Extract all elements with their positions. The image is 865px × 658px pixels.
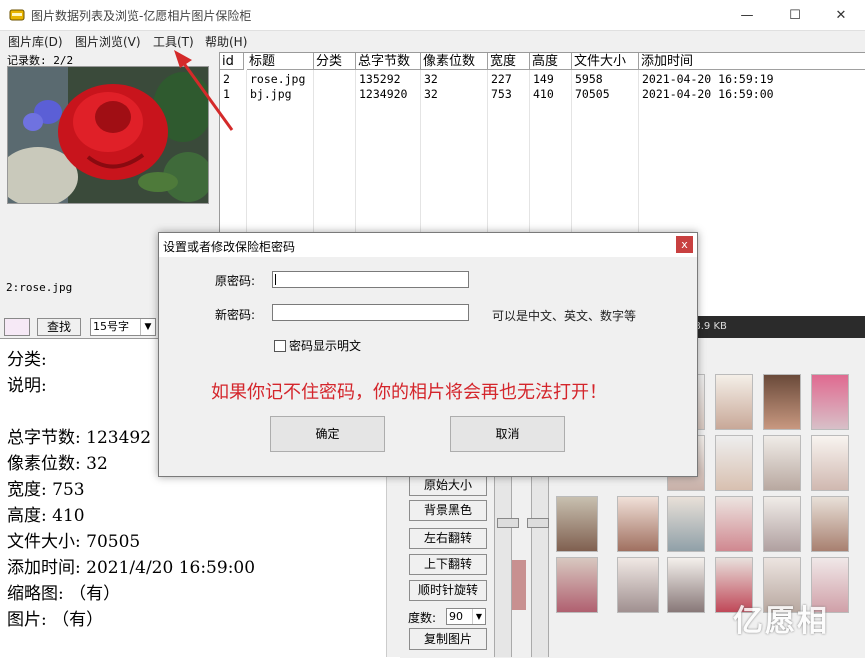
col-header-height[interactable]: 高度 (530, 53, 572, 70)
password-hint: 可以是中文、英文、数字等 (492, 307, 636, 324)
flip-horizontal-button[interactable]: 左右翻转 (409, 528, 487, 549)
photo-thumbnail[interactable] (763, 435, 801, 491)
photo-thumbnail[interactable] (811, 435, 849, 491)
find-button[interactable]: 查找 (37, 318, 81, 336)
thumbnail-filename: 2:rose.jpg (6, 281, 72, 294)
ok-button[interactable]: 确定 (270, 416, 385, 452)
degree-select[interactable]: 90 ▼ (446, 608, 486, 625)
photo-thumbnail[interactable] (763, 496, 801, 552)
cell-added-time: 2021-04-20 16:59:19 (639, 72, 774, 87)
menu-browse[interactable]: 图片浏览(V) (75, 33, 141, 50)
cell-width: 227 (488, 72, 512, 87)
cell-height: 410 (530, 87, 554, 102)
photo-thumbnail[interactable] (617, 557, 659, 613)
cell-pixel-bits: 32 (421, 87, 438, 102)
info-total-bytes: 总字节数: 123492 (7, 423, 151, 448)
info-category: 分类: (7, 345, 47, 370)
photo-fragment (512, 560, 526, 610)
col-header-title[interactable]: 标题 (247, 53, 314, 70)
watermark-logo: 亿愿相 (733, 596, 829, 640)
col-header-category[interactable]: 分类 (314, 53, 356, 70)
photo-thumbnail[interactable] (667, 496, 705, 552)
text-caret (275, 274, 276, 285)
info-height: 高度: 410 (7, 501, 85, 526)
info-file-size: 文件大小: 70505 (7, 527, 140, 552)
flip-vertical-button[interactable]: 上下翻转 (409, 554, 487, 575)
dialog-title-bar: 设置或者修改保险柜密码 x (159, 233, 697, 257)
window-title: 图片数据列表及浏览-亿愿相片图片保险柜 (31, 7, 251, 24)
show-plain-checkbox[interactable] (274, 340, 286, 352)
menu-bar: 图片库(D) 图片浏览(V) 工具(T) 帮助(H) (0, 31, 865, 51)
degree-label: 度数: (408, 609, 436, 626)
cell-total-bytes: 1234920 (356, 87, 407, 102)
warning-message: 如果你记不住密码，你的相片将会再也无法打开！ (211, 378, 607, 404)
minimize-button[interactable]: — (724, 0, 770, 30)
degree-value: 90 (449, 610, 463, 623)
cell-title: rose.jpg (247, 72, 305, 87)
cell-pixel-bits: 32 (421, 72, 438, 87)
title-bar: 图片数据列表及浏览-亿愿相片图片保险柜 — ☐ ✕ (0, 0, 865, 31)
rotate-clockwise-button[interactable]: 顺时针旋转 (409, 580, 487, 601)
photo-thumbnail[interactable] (811, 496, 849, 552)
cancel-button[interactable]: 取消 (450, 416, 565, 452)
safe-app-icon (9, 8, 25, 21)
cell-added-time: 2021-04-20 16:59:00 (639, 87, 774, 102)
dialog-close-button[interactable]: x (676, 236, 693, 253)
col-header-total-bytes[interactable]: 总字节数 (356, 53, 421, 70)
maximize-button[interactable]: ☐ (772, 0, 818, 30)
col-header-pixel-bits[interactable]: 像素位数 (421, 53, 488, 70)
cell-category (314, 72, 317, 87)
photo-thumbnail[interactable] (617, 496, 659, 552)
photo-thumbnail[interactable] (715, 435, 753, 491)
cell-category (314, 87, 317, 102)
col-header-added-time[interactable]: 添加时间 (639, 53, 865, 70)
info-pixel-bits: 像素位数: 32 (7, 449, 108, 474)
photo-thumbnail[interactable] (556, 557, 598, 613)
info-description: 说明: (7, 371, 47, 396)
new-password-label: 新密码: (215, 306, 255, 323)
info-added-time: 添加时间: 2021/4/20 16:59:00 (7, 553, 255, 578)
color-picker[interactable] (4, 318, 30, 336)
cell-total-bytes: 135292 (356, 72, 401, 87)
info-thumbnail: 缩略图: （有） (7, 579, 120, 604)
cell-file-size: 70505 (572, 87, 610, 102)
font-size-select[interactable]: 15号字 ▼ (90, 318, 156, 336)
slider-handle[interactable] (497, 518, 519, 528)
photo-thumbnail[interactable] (715, 374, 753, 430)
password-dialog[interactable]: 设置或者修改保险柜密码 x 原密码: 新密码: 可以是中文、英文、数字等 密码显… (158, 232, 698, 477)
photo-thumbnail[interactable] (715, 496, 753, 552)
col-header-width[interactable]: 宽度 (488, 53, 530, 70)
show-plain-label[interactable]: 密码显示明文 (289, 337, 361, 354)
old-password-input[interactable] (272, 271, 469, 288)
close-button[interactable]: ✕ (818, 0, 864, 30)
dialog-title: 设置或者修改保险柜密码 (163, 238, 295, 255)
photo-thumbnail[interactable] (811, 374, 849, 430)
info-picture: 图片: （有） (7, 605, 103, 630)
font-size-value: 15号字 (93, 320, 129, 333)
menu-library[interactable]: 图片库(D) (8, 33, 63, 50)
info-width: 宽度: 753 (7, 475, 85, 500)
new-password-input[interactable] (272, 304, 469, 321)
red-arrow-annotation (170, 48, 240, 138)
chevron-down-icon[interactable]: ▼ (472, 609, 485, 624)
photo-thumbnail[interactable] (763, 374, 801, 430)
slider-handle[interactable] (527, 518, 549, 528)
chevron-down-icon[interactable]: ▼ (140, 319, 155, 335)
copy-image-button[interactable]: 复制图片 (409, 628, 487, 650)
cell-file-size: 5958 (572, 72, 603, 87)
photo-thumbnail[interactable] (667, 557, 705, 613)
cell-height: 149 (530, 72, 554, 87)
col-header-file-size[interactable]: 文件大小 (572, 53, 639, 70)
cell-width: 753 (488, 87, 512, 102)
original-size-button[interactable]: 原始大小 (409, 475, 487, 496)
cell-title: bj.jpg (247, 87, 292, 102)
old-password-label: 原密码: (215, 272, 255, 289)
black-background-button[interactable]: 背景黑色 (409, 500, 487, 521)
photo-thumbnail[interactable] (556, 496, 598, 552)
